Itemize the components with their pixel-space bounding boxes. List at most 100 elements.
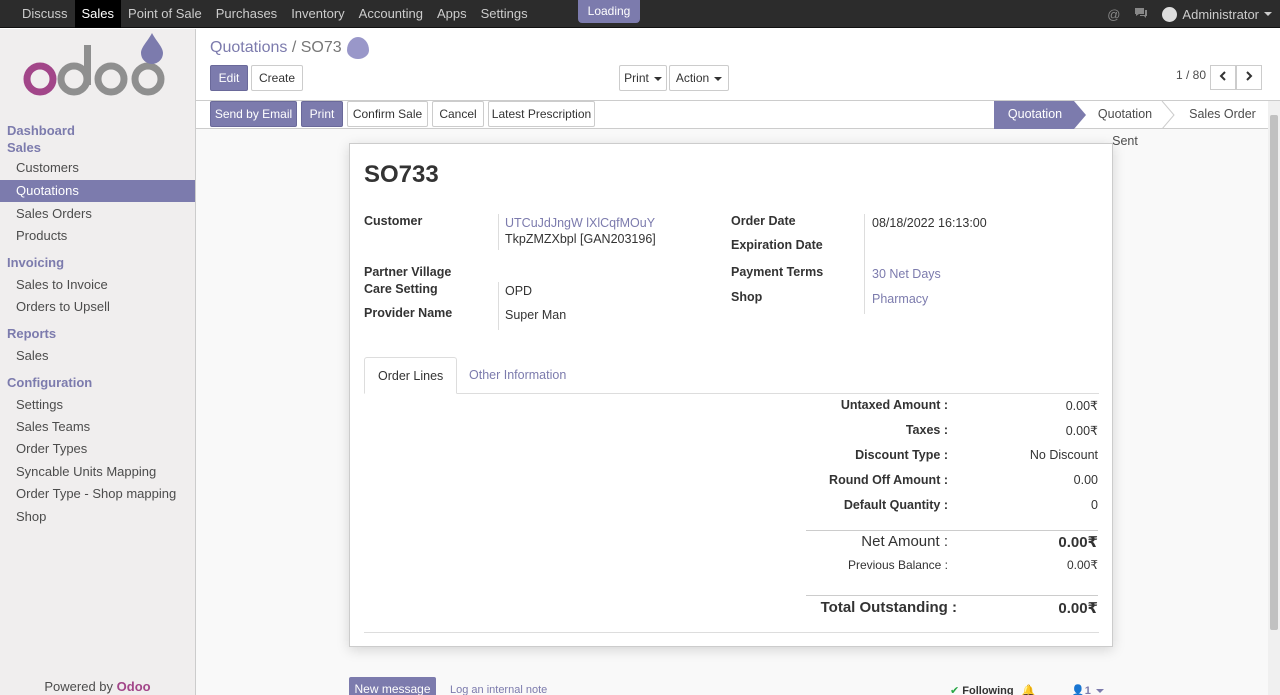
menu-point-of-sale[interactable]: Point of Sale xyxy=(121,0,209,28)
odoo-logo[interactable] xyxy=(23,31,173,101)
followers-dropdown[interactable]: 👤1 xyxy=(1071,684,1104,695)
net-amount-value: 0.00₹ xyxy=(1058,534,1098,551)
menu-sales[interactable]: Sales xyxy=(74,0,122,28)
sidebar-item-quotations[interactable]: Quotations xyxy=(0,180,195,202)
notebook-tabs: Order Lines Other Information xyxy=(364,357,1099,394)
new-message-button[interactable]: New message xyxy=(349,677,436,695)
sidebar-section-invoicing: Invoicing xyxy=(7,255,65,270)
menu-accounting[interactable]: Accounting xyxy=(352,0,430,28)
check-icon: ✔ xyxy=(950,685,960,695)
create-button[interactable]: Create xyxy=(251,65,303,91)
sidebar-section-dashboard[interactable]: Dashboard xyxy=(7,123,75,138)
menu-inventory[interactable]: Inventory xyxy=(284,0,351,28)
scrollbar[interactable] xyxy=(1268,101,1280,695)
sidebar-item-sales-orders[interactable]: Sales Orders xyxy=(0,203,195,225)
taxes-value: 0.00₹ xyxy=(1065,424,1098,438)
following-button[interactable]: ✔ Following 🔔 xyxy=(950,684,1035,695)
cancel-button[interactable]: Cancel xyxy=(432,101,484,127)
order-date-value: 08/18/2022 16:13:00 xyxy=(872,216,987,230)
sidebar-item-orders-to-upsell[interactable]: Orders to Upsell xyxy=(0,296,195,318)
tab-other-information[interactable]: Other Information xyxy=(456,357,579,394)
payment-terms-link[interactable]: 30 Net Days xyxy=(872,267,941,281)
pager-previous-button[interactable] xyxy=(1210,65,1236,90)
breadcrumb-quotations-link[interactable]: Quotations xyxy=(210,39,287,56)
chevron-left-icon xyxy=(1219,71,1226,81)
customer-detail: TkpZMZXbpl [GAN203196] xyxy=(505,232,656,246)
sidebar-item-settings[interactable]: Settings xyxy=(0,394,195,416)
sidebar-item-shop[interactable]: Shop xyxy=(0,506,195,528)
edit-button[interactable]: Edit xyxy=(210,65,248,91)
provider-name-value: Super Man xyxy=(505,308,567,322)
confirm-sale-button[interactable]: Confirm Sale xyxy=(347,101,428,127)
top-navbar: Discuss Sales Point of Sale Purchases In… xyxy=(0,0,1280,28)
user-menu[interactable]: Administrator xyxy=(1162,6,1272,22)
sidebar-item-customers[interactable]: Customers xyxy=(0,157,195,179)
round-off-amount-label: Round Off Amount : xyxy=(829,473,948,487)
powered-by-label: Powered by xyxy=(44,679,114,694)
order-name: SO733 xyxy=(364,161,439,188)
bell-icon[interactable]: 🔔 xyxy=(1022,685,1036,695)
person-icon: 👤 xyxy=(1071,685,1085,695)
untaxed-amount-label: Untaxed Amount : xyxy=(840,398,948,412)
customer-label: Customer xyxy=(364,214,423,228)
taxes-label: Taxes : xyxy=(905,423,948,437)
discount-type-value: No Discount xyxy=(1029,448,1098,462)
loading-indicator: Loading xyxy=(578,0,640,23)
send-by-email-button[interactable]: Send by Email xyxy=(210,101,297,127)
print-dropdown[interactable]: Print xyxy=(619,65,667,91)
round-off-amount-value: 0.00 xyxy=(1073,473,1098,487)
pager-value[interactable]: 1 / 80 xyxy=(1176,68,1206,82)
scrollbar-thumb[interactable] xyxy=(1270,115,1278,630)
menu-discuss[interactable]: Discuss xyxy=(15,0,75,28)
sidebar-section-reports: Reports xyxy=(7,326,57,341)
powered-by: Powered by Odoo xyxy=(0,679,195,694)
breadcrumb-current: SO73 xyxy=(300,39,342,56)
pager-next-button[interactable] xyxy=(1236,65,1262,90)
menu-apps[interactable]: Apps xyxy=(430,0,474,28)
log-internal-note-button[interactable]: Log an internal note xyxy=(450,684,547,695)
chat-icon[interactable] xyxy=(1134,7,1148,22)
control-panel: Quotations / SO73 Edit Create Print Acti… xyxy=(196,29,1280,101)
action-dropdown[interactable]: Action xyxy=(669,65,729,91)
chatter: New message Log an internal note ✔ Follo… xyxy=(349,677,1109,695)
sidebar-item-products[interactable]: Products xyxy=(0,225,195,247)
breadcrumb-separator: / xyxy=(291,39,297,56)
systray: @ Administrator xyxy=(1107,0,1280,28)
followers-count: 1 xyxy=(1084,685,1091,695)
status-bar: Send by Email Print Confirm Sale Cancel … xyxy=(196,101,1268,148)
loading-drop-icon xyxy=(347,37,369,59)
tab-order-lines[interactable]: Order Lines xyxy=(364,357,458,394)
sidebar-item-order-types[interactable]: Order Types xyxy=(0,438,195,460)
at-icon[interactable]: @ xyxy=(1107,7,1120,22)
print-dropdown-label: Print xyxy=(624,71,649,85)
stage-quotation[interactable]: Quotation xyxy=(996,101,1074,128)
menu-settings[interactable]: Settings xyxy=(474,0,535,28)
breadcrumb: Quotations / SO73 xyxy=(210,39,342,57)
care-setting-value: OPD xyxy=(505,284,533,298)
chevron-right-icon xyxy=(1246,71,1253,81)
sidebar-item-sales-teams[interactable]: Sales Teams xyxy=(0,416,195,438)
sidebar-item-reports-sales[interactable]: Sales xyxy=(0,345,195,367)
sidebar-item-sales-to-invoice[interactable]: Sales to Invoice xyxy=(0,274,195,296)
sidebar-section-sales: Sales xyxy=(7,140,41,155)
discount-type-label: Discount Type : xyxy=(855,448,948,462)
latest-prescription-button[interactable]: Latest Prescription xyxy=(488,101,595,127)
menu-purchases[interactable]: Purchases xyxy=(209,0,284,28)
shop-label: Shop xyxy=(731,290,763,304)
shop-link[interactable]: Pharmacy xyxy=(872,292,928,306)
action-dropdown-label: Action xyxy=(675,71,710,85)
order-date-label: Order Date xyxy=(731,214,796,228)
care-setting-label: Care Setting xyxy=(364,282,438,296)
chevron-down-icon xyxy=(1264,12,1272,16)
customer-link[interactable]: UTCuJdJngW lXlCqfMOuY xyxy=(505,216,655,230)
provider-name-label: Provider Name xyxy=(364,306,453,320)
sidebar-item-syncable-units-mapping[interactable]: Syncable Units Mapping xyxy=(0,461,195,483)
sidebar-item-order-type-shop-mapping[interactable]: Order Type - Shop mapping xyxy=(0,483,195,505)
total-outstanding-label: Total Outstanding : xyxy=(820,599,957,616)
app-menu: Discuss Sales Point of Sale Purchases In… xyxy=(15,0,535,28)
untaxed-amount-value: 0.00₹ xyxy=(1065,399,1098,413)
stage-quotation-sent[interactable]: Quotation Sent xyxy=(1084,101,1166,148)
stage-sales-order[interactable]: Sales Order xyxy=(1180,101,1265,128)
powered-by-brand-link[interactable]: Odoo xyxy=(117,679,151,694)
print-button[interactable]: Print xyxy=(301,101,343,127)
